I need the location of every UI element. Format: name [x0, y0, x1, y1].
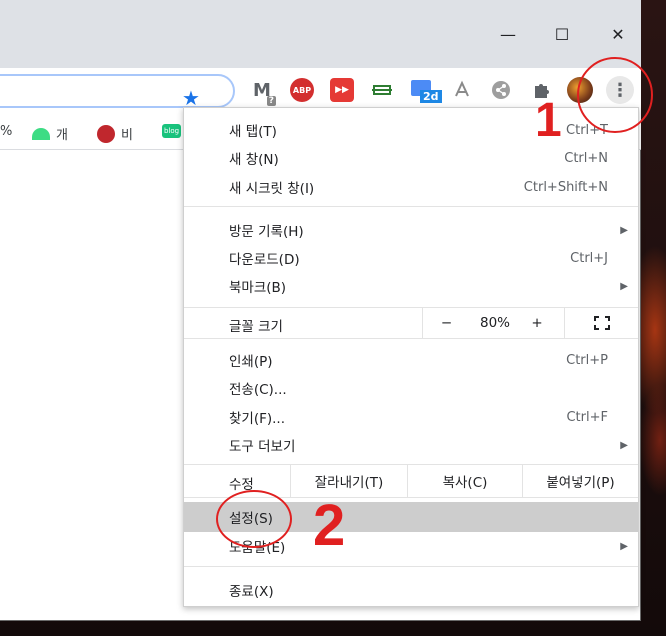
bookmark-item-vlive[interactable]: 비 [97, 124, 133, 143]
close-icon: ✕ [611, 24, 625, 44]
menu-item-find[interactable]: 찾기(F)... Ctrl+F [184, 403, 638, 431]
vlive-icon [97, 124, 115, 143]
adblock-plus-icon[interactable]: ABP [290, 78, 314, 102]
menu-divider [184, 566, 638, 567]
annotation-circle-settings [216, 490, 292, 548]
menu-item-print[interactable]: 인쇄(P) Ctrl+P [184, 346, 638, 374]
menu-divider [184, 206, 638, 207]
fast-forward-extension-icon[interactable]: ▶▶ [330, 78, 354, 102]
maximize-icon: ☐ [554, 24, 570, 44]
menu-item-new-window[interactable]: 새 창(N) Ctrl+N [184, 144, 638, 172]
zoom-value: 80% [479, 315, 510, 331]
bookmark-item-blog[interactable]: blog [162, 124, 182, 138]
gmail-badge: ? [266, 96, 276, 106]
titlebar [0, 15, 641, 68]
pdf-icon[interactable] [450, 78, 474, 102]
bookmark-item-1[interactable]: % [0, 124, 12, 139]
share-icon[interactable] [489, 78, 513, 102]
submenu-arrow-icon: ▶ [620, 439, 628, 451]
submenu-arrow-icon: ▶ [620, 540, 628, 552]
bookmark-label: 비 [121, 128, 133, 143]
bookmark-label: 개 [56, 128, 68, 143]
menu-item-history[interactable]: 방문 기록(H) ▶ [184, 216, 638, 244]
menu-item-new-tab[interactable]: 새 탭(T) Ctrl+T [184, 116, 638, 144]
android-icon [32, 127, 50, 140]
zoom-out-button[interactable]: − [422, 308, 470, 338]
fullscreen-button[interactable] [564, 308, 638, 338]
green-extension-icon[interactable] [370, 78, 394, 102]
menu-item-cast[interactable]: 전송(C)... [184, 374, 638, 402]
address-bar[interactable]: ★ [0, 74, 235, 110]
titlebar-strip [0, 0, 641, 15]
annotation-step-2: 2 [313, 493, 346, 558]
minus-icon: − [440, 315, 453, 331]
calendar-2d-icon[interactable]: 2d [410, 78, 442, 103]
close-button[interactable]: ✕ [606, 22, 630, 46]
cut-button[interactable]: 잘라내기(T) [290, 465, 407, 497]
minimize-button[interactable]: — [496, 22, 520, 46]
copy-button[interactable]: 복사(C) [407, 465, 522, 497]
zoom-label: 글꼴 크기 [229, 319, 283, 335]
menu-item-more-tools[interactable]: 도구 더보기 ▶ [184, 431, 638, 459]
annotation-circle-menu [577, 57, 653, 133]
menu-item-new-incognito[interactable]: 새 시크릿 창(I) Ctrl+Shift+N [184, 173, 638, 201]
bookmark-item-android[interactable]: 개 [32, 124, 68, 143]
submenu-arrow-icon: ▶ [620, 280, 628, 292]
plus-icon: + [531, 315, 543, 331]
annotation-step-1: 1 [535, 94, 562, 147]
menu-item-exit[interactable]: 종료(X) [184, 576, 638, 604]
menu-divider [184, 338, 638, 339]
bookmark-label: % [0, 124, 13, 139]
menu-item-bookmarks[interactable]: 북마크(B) ▶ [184, 272, 638, 300]
fullscreen-icon [593, 316, 610, 330]
paste-button[interactable]: 붙여넣기(P) [522, 465, 638, 497]
zoom-row: 글꼴 크기 − 80% + [184, 308, 638, 338]
submenu-arrow-icon: ▶ [620, 224, 628, 236]
zoom-in-button[interactable]: + [520, 308, 554, 338]
menu-item-downloads[interactable]: 다운로드(D) Ctrl+J [184, 244, 638, 272]
blog-icon: blog [162, 124, 182, 138]
minimize-icon: — [500, 24, 516, 44]
gmail-icon[interactable]: M ? [250, 78, 276, 106]
maximize-button[interactable]: ☐ [550, 22, 574, 46]
